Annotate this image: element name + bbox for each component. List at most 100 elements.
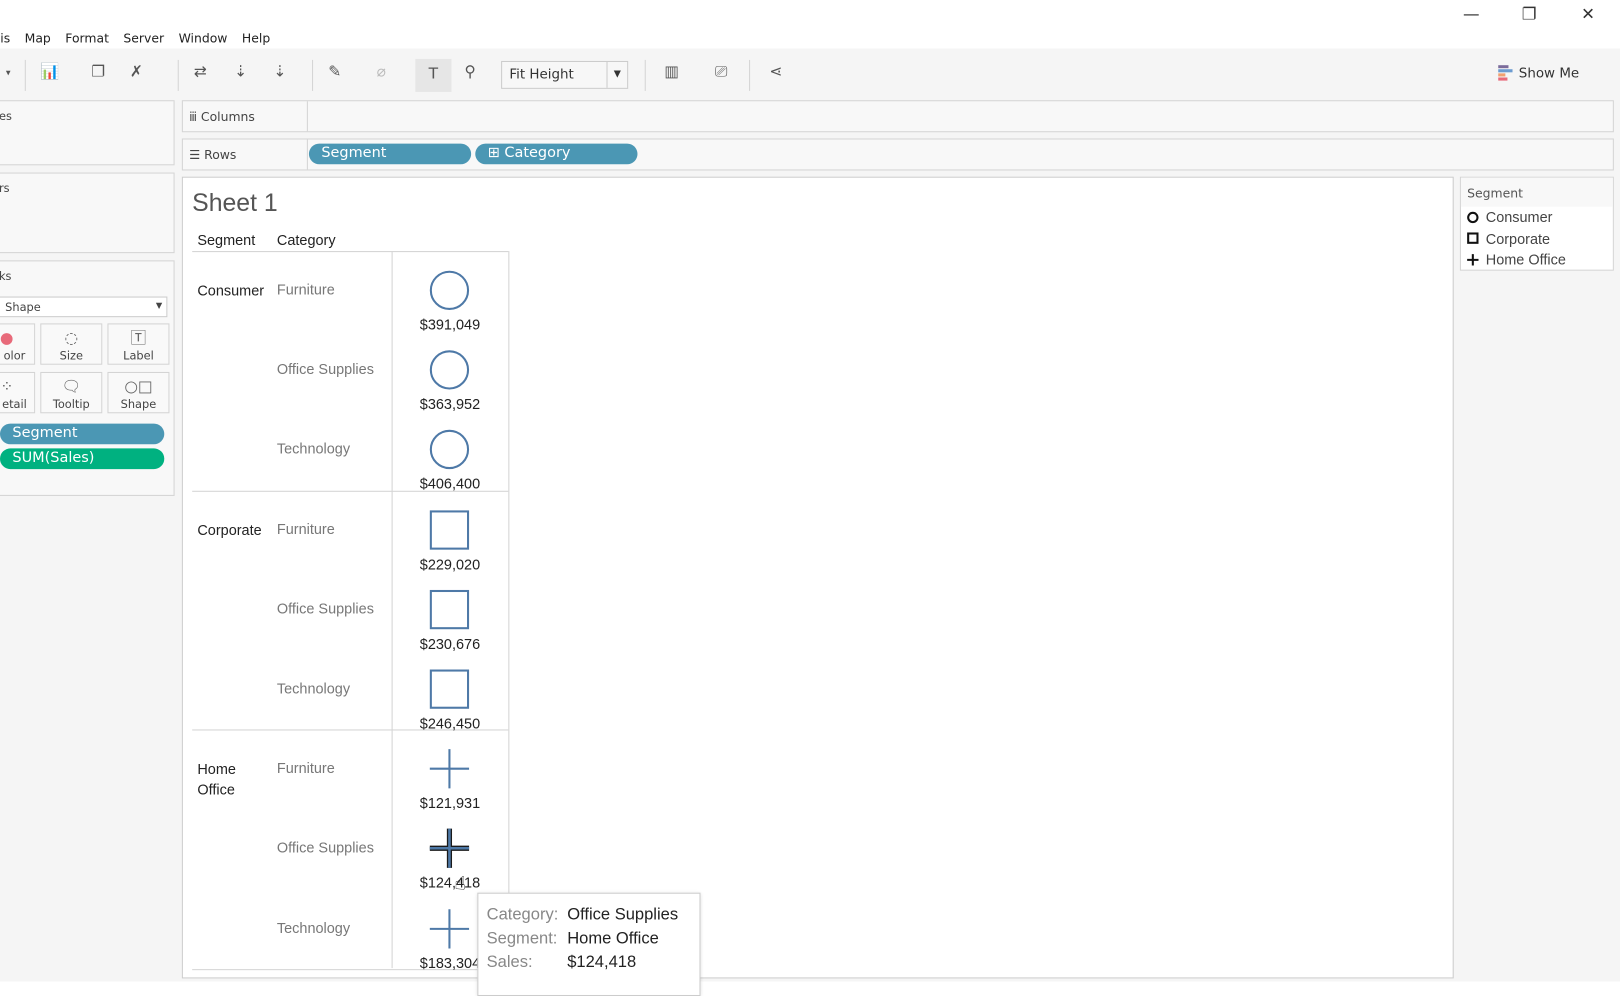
mark-plus[interactable]	[429, 748, 470, 793]
duplicate-sheet-icon[interactable]: ❐	[86, 62, 111, 81]
close-icon[interactable]: ✕	[1573, 4, 1604, 24]
mark-plus[interactable]	[429, 908, 470, 953]
sheet-title: Sheet 1	[192, 189, 278, 217]
mark-square[interactable]	[429, 668, 470, 713]
mark-type-dropdown[interactable]: Shape ▼	[0, 296, 168, 318]
category-label[interactable]: Office Supplies	[277, 361, 374, 378]
fit-dropdown[interactable]: Fit Height ▼	[501, 60, 629, 89]
chevron-down-icon: ▼	[155, 300, 163, 310]
rows-shelf[interactable]: ☰ Rows Segment ⊞ Category	[181, 138, 1614, 171]
divider	[508, 251, 510, 969]
segment-header-consumer[interactable]: Consumer	[197, 280, 274, 301]
menu-server[interactable]: Server	[123, 31, 164, 45]
marks-pill-sum-sales[interactable]: SUM(Sales)	[0, 448, 165, 470]
legend-label: Home Office	[1485, 251, 1566, 268]
swap-icon[interactable]: ⇄	[188, 62, 213, 81]
share-icon[interactable]: ⋖	[764, 62, 789, 81]
mark-square[interactable]	[429, 509, 470, 554]
color-button[interactable]: ●●olor	[0, 323, 36, 365]
restore-icon[interactable]: ❐	[1514, 4, 1545, 24]
category-label[interactable]: Technology	[277, 441, 350, 458]
detail-button[interactable]: ⁘ etail	[0, 371, 36, 414]
menu-analysis[interactable]: sis	[0, 31, 10, 45]
mark-plus[interactable]	[429, 828, 470, 873]
segment-header-corporate[interactable]: Corporate	[197, 519, 274, 540]
filters-title: rs	[0, 181, 10, 196]
category-label[interactable]: Office Supplies	[277, 839, 374, 856]
category-label[interactable]: Furniture	[277, 281, 335, 298]
tooltip-icon: 🗨	[61, 377, 82, 396]
color-label: olor	[3, 349, 26, 363]
menu-window[interactable]: Window	[179, 31, 228, 45]
tooltip-row-sales: Sales: $124,418	[487, 951, 692, 975]
menu-format[interactable]: Format	[65, 31, 109, 45]
color-icon: ●●	[0, 328, 14, 348]
category-header[interactable]: Category	[277, 231, 336, 248]
highlight-icon[interactable]: ✎	[322, 62, 347, 81]
presentation-icon[interactable]: ⎚	[709, 62, 734, 81]
legend-item[interactable]: Home Office	[1461, 249, 1613, 270]
menu-help[interactable]: Help	[242, 31, 270, 45]
pin-icon[interactable]: ⚲	[458, 62, 483, 81]
sales-label: $246,450	[419, 714, 481, 732]
rows-label: Rows	[204, 147, 237, 163]
dropdown-arrow-icon[interactable]: ▾	[0, 68, 21, 78]
marks-title: ks	[0, 269, 12, 284]
legend-circle-icon	[1466, 211, 1479, 224]
category-label[interactable]: Technology	[277, 919, 350, 936]
legend-item[interactable]: Consumer	[1461, 207, 1613, 228]
menu-map[interactable]: Map	[25, 31, 51, 45]
tooltip-key: Category:	[486, 906, 559, 924]
shape-label: Shape	[120, 397, 157, 412]
label-icon: 🅃	[130, 328, 147, 348]
legend-label: Corporate	[1485, 230, 1551, 247]
tooltip-value: Home Office	[567, 929, 659, 948]
new-worksheet-icon[interactable]: 📊	[37, 62, 62, 81]
sales-label: $391,049	[419, 316, 481, 333]
minimize-icon[interactable]: —	[1456, 4, 1487, 24]
legend-title: Segment	[1460, 177, 1613, 207]
rows-pill-segment[interactable]: Segment	[308, 143, 472, 165]
columns-shelf[interactable]: ⅲ Columns	[181, 100, 1614, 133]
columns-label: Columns	[200, 109, 255, 124]
sort-descending-icon[interactable]: ⇣	[268, 62, 293, 81]
chevron-down-icon: ▼	[606, 61, 627, 88]
tooltip-button[interactable]: 🗨 Tooltip	[40, 371, 103, 414]
detail-icon: ⁘	[0, 377, 14, 396]
segment-legend: Segment Consumer Corporate Home Office	[1459, 176, 1614, 271]
clear-sheet-icon[interactable]: ✗	[124, 62, 149, 81]
hand-cursor-icon: ☝	[454, 873, 466, 895]
paperclip-icon[interactable]: ⌀	[369, 62, 394, 81]
sort-ascending-icon[interactable]: ⇣	[228, 62, 253, 81]
rows-pill-category[interactable]: ⊞ Category	[475, 143, 638, 165]
mark-circle[interactable]	[429, 270, 470, 315]
show-labels-icon[interactable]: T	[415, 58, 452, 92]
show-me-label: Show Me	[1518, 65, 1580, 82]
shape-button[interactable]: ○□ Shape	[107, 371, 170, 414]
marks-pill-segment[interactable]: Segment	[0, 423, 165, 445]
segment-header-home-office[interactable]: Home Office	[197, 759, 274, 800]
legend-plus-icon	[1466, 253, 1479, 266]
menu-bar: sis Map Format Server Window Help	[0, 31, 285, 45]
show-me-button[interactable]: Show Me	[1498, 65, 1579, 82]
category-label[interactable]: Furniture	[277, 760, 335, 777]
worksheet-view	[181, 176, 1454, 979]
sales-label: $121,931	[419, 794, 481, 812]
tooltip-value: Office Supplies	[567, 906, 679, 924]
shape-icon: ○□	[124, 377, 153, 396]
size-button[interactable]: ◌ Size	[40, 323, 103, 365]
legend-item[interactable]: Corporate	[1461, 228, 1613, 249]
size-icon: ◌	[64, 328, 79, 348]
category-label[interactable]: Technology	[277, 680, 350, 697]
mark-circle[interactable]	[429, 349, 470, 394]
category-label[interactable]: Office Supplies	[277, 600, 374, 617]
show-cards-icon[interactable]: ▥	[659, 62, 684, 81]
category-label[interactable]: Furniture	[277, 520, 335, 537]
segment-header[interactable]: Segment	[197, 231, 255, 248]
legend-square-icon	[1466, 232, 1479, 245]
mark-circle[interactable]	[429, 429, 470, 474]
tooltip-label: Tooltip	[52, 397, 90, 412]
label-button[interactable]: 🅃 Label	[107, 323, 170, 365]
legend-label: Consumer	[1485, 208, 1553, 226]
mark-square[interactable]	[429, 589, 470, 634]
